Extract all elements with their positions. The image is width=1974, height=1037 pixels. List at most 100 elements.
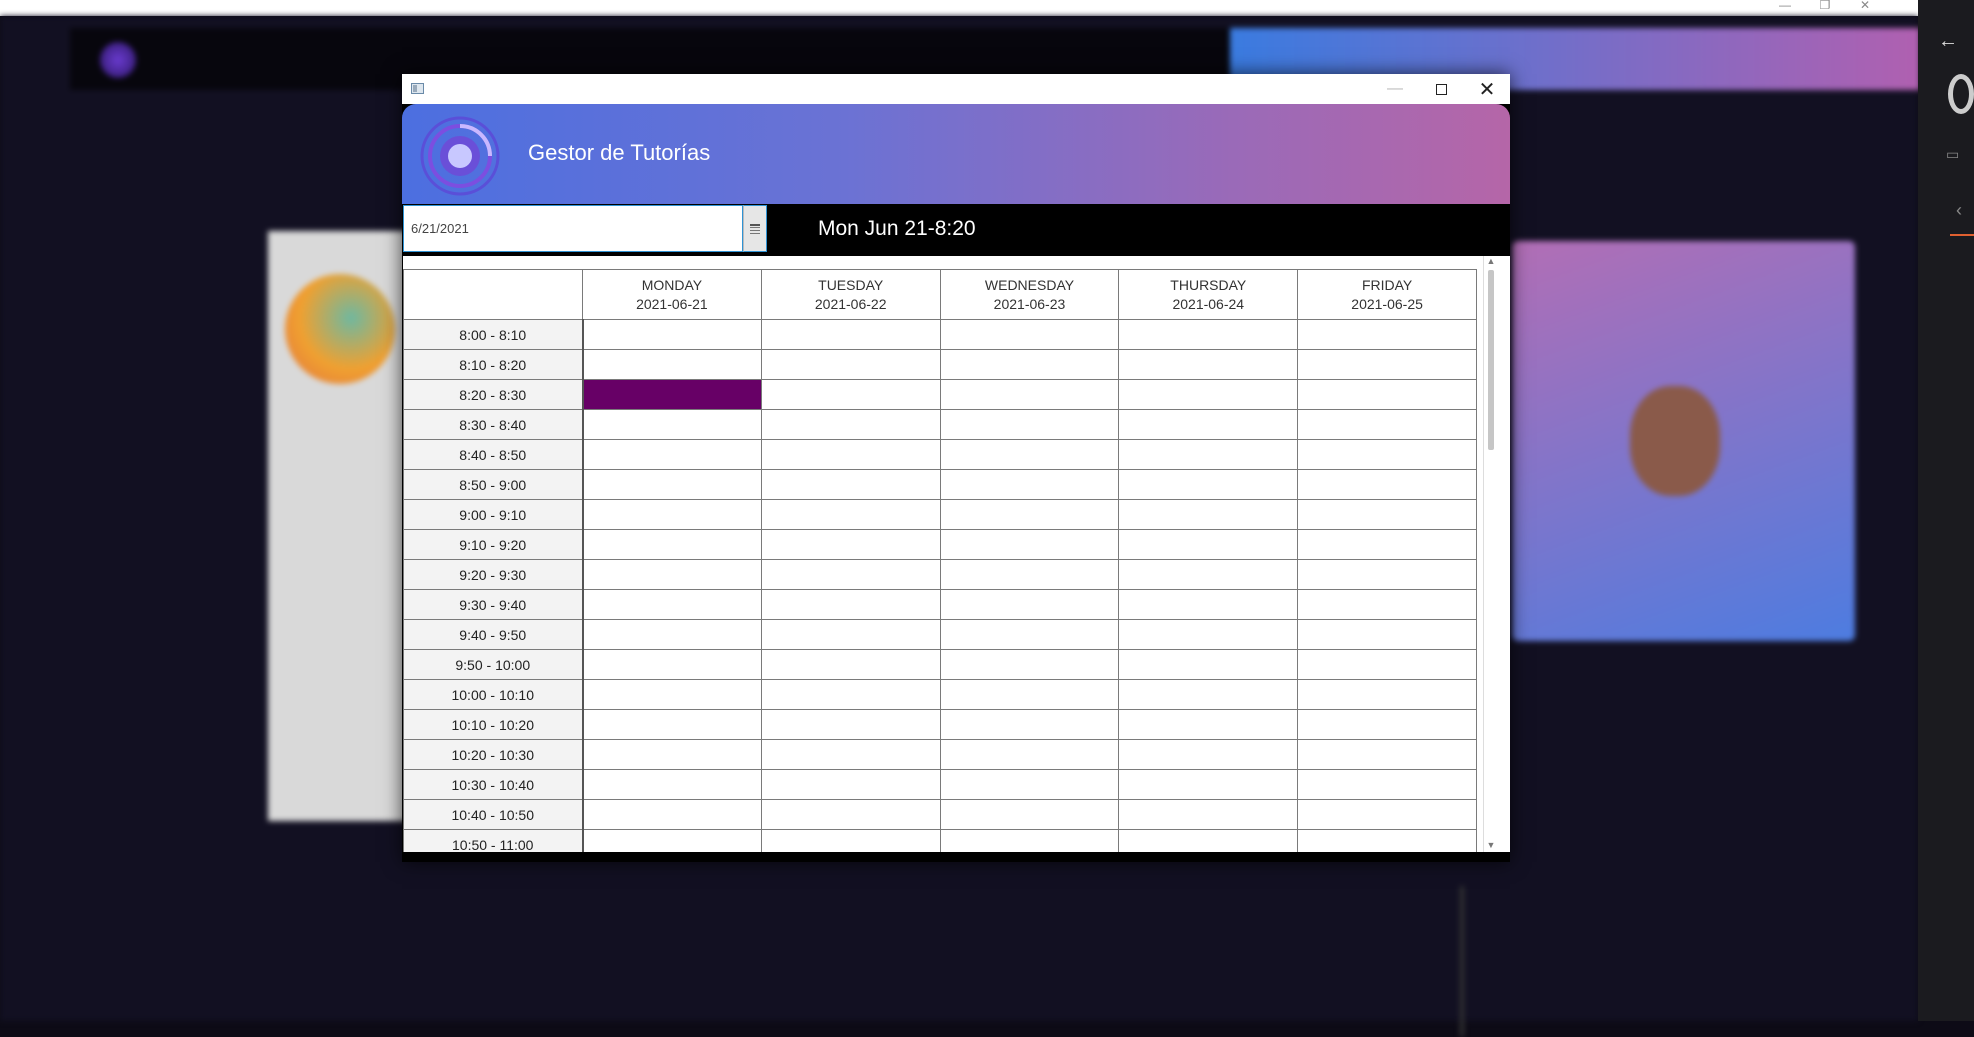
slot-cell[interactable] xyxy=(760,379,941,410)
slot-cell[interactable] xyxy=(582,769,762,800)
slot-cell[interactable] xyxy=(1118,589,1299,620)
slot-cell[interactable] xyxy=(1118,559,1299,590)
slot-cell[interactable] xyxy=(1118,709,1299,740)
schedule-scroll-area[interactable]: MONDAY 2021-06-21 TUESDAY 2021-06-22 WEDNESD… xyxy=(403,256,1510,852)
slot-cell[interactable] xyxy=(582,709,762,740)
slot-cell[interactable] xyxy=(1297,319,1477,350)
slot-cell[interactable] xyxy=(1118,499,1299,530)
window-titlebar[interactable]: — ✕ xyxy=(402,74,1510,104)
slot-cell[interactable] xyxy=(582,829,762,852)
scrollbar-thumb[interactable] xyxy=(1488,270,1494,450)
slot-cell[interactable] xyxy=(1297,349,1477,380)
slot-cell[interactable] xyxy=(939,499,1120,530)
slot-cell[interactable] xyxy=(939,529,1120,560)
slot-cell[interactable] xyxy=(582,589,762,620)
slot-cell[interactable] xyxy=(1297,769,1477,800)
slot-cell[interactable] xyxy=(1297,679,1477,710)
slot-cell[interactable] xyxy=(760,829,941,852)
slot-cell[interactable] xyxy=(939,769,1120,800)
slot-cell[interactable] xyxy=(1297,619,1477,650)
slot-cell[interactable] xyxy=(1118,469,1299,500)
slot-cell[interactable] xyxy=(939,649,1120,680)
slot-cell[interactable] xyxy=(760,799,941,830)
slot-cell[interactable] xyxy=(582,739,762,770)
slot-cell[interactable] xyxy=(1297,529,1477,560)
slot-cell[interactable] xyxy=(939,349,1120,380)
slot-cell[interactable] xyxy=(760,649,941,680)
slot-cell[interactable] xyxy=(1118,379,1299,410)
slot-cell[interactable] xyxy=(760,439,941,470)
slot-cell[interactable] xyxy=(1118,739,1299,770)
slot-cell[interactable] xyxy=(760,499,941,530)
slot-cell[interactable] xyxy=(1118,529,1299,560)
slot-cell[interactable] xyxy=(1297,469,1477,500)
slot-cell[interactable] xyxy=(582,559,762,590)
booked-slot-cell[interactable] xyxy=(582,379,762,410)
slot-cell[interactable] xyxy=(939,379,1120,410)
slot-cell[interactable] xyxy=(1297,409,1477,440)
slot-cell[interactable] xyxy=(1297,589,1477,620)
slot-cell[interactable] xyxy=(1118,409,1299,440)
minimize-button[interactable]: — xyxy=(1372,74,1418,104)
slot-cell[interactable] xyxy=(760,769,941,800)
slot-cell[interactable] xyxy=(760,619,941,650)
slot-cell[interactable] xyxy=(1297,799,1477,830)
slot-cell[interactable] xyxy=(939,799,1120,830)
slot-cell[interactable] xyxy=(582,499,762,530)
slot-cell[interactable] xyxy=(582,619,762,650)
slot-cell[interactable] xyxy=(1118,769,1299,800)
slot-cell[interactable] xyxy=(1118,619,1299,650)
slot-cell[interactable] xyxy=(582,439,762,470)
slot-cell[interactable] xyxy=(939,619,1120,650)
slot-cell[interactable] xyxy=(939,469,1120,500)
slot-cell[interactable] xyxy=(582,649,762,680)
slot-cell[interactable] xyxy=(582,349,762,380)
slot-cell[interactable] xyxy=(1297,439,1477,470)
slot-cell[interactable] xyxy=(1118,319,1299,350)
slot-cell[interactable] xyxy=(582,409,762,440)
slot-cell[interactable] xyxy=(760,739,941,770)
slot-cell[interactable] xyxy=(582,799,762,830)
slot-cell[interactable] xyxy=(760,709,941,740)
slot-cell[interactable] xyxy=(760,409,941,440)
slot-cell[interactable] xyxy=(582,679,762,710)
slot-cell[interactable] xyxy=(939,589,1120,620)
slot-cell[interactable] xyxy=(760,679,941,710)
slot-cell[interactable] xyxy=(1118,799,1299,830)
slot-cell[interactable] xyxy=(582,469,762,500)
slot-cell[interactable] xyxy=(939,709,1120,740)
slot-cell[interactable] xyxy=(582,319,762,350)
slot-cell[interactable] xyxy=(1118,649,1299,680)
slot-cell[interactable] xyxy=(582,529,762,560)
close-button[interactable]: ✕ xyxy=(1464,74,1510,104)
slot-cell[interactable] xyxy=(760,559,941,590)
slot-cell[interactable] xyxy=(939,559,1120,590)
slot-cell[interactable] xyxy=(939,439,1120,470)
slot-cell[interactable] xyxy=(1118,349,1299,380)
slot-cell[interactable] xyxy=(760,349,941,380)
scroll-down-icon[interactable]: ▼ xyxy=(1486,840,1496,850)
slot-cell[interactable] xyxy=(760,529,941,560)
slot-cell[interactable] xyxy=(1118,439,1299,470)
slot-cell[interactable] xyxy=(939,679,1120,710)
slot-cell[interactable] xyxy=(1297,649,1477,680)
slot-cell[interactable] xyxy=(1118,829,1299,852)
slot-cell[interactable] xyxy=(939,829,1120,852)
slot-cell[interactable] xyxy=(1297,499,1477,530)
slot-cell[interactable] xyxy=(939,409,1120,440)
slot-cell[interactable] xyxy=(1297,739,1477,770)
date-picker-input[interactable] xyxy=(403,205,743,252)
slot-cell[interactable] xyxy=(760,589,941,620)
slot-cell[interactable] xyxy=(1297,379,1477,410)
scroll-up-icon[interactable]: ▲ xyxy=(1486,256,1496,266)
maximize-button[interactable] xyxy=(1418,74,1464,104)
date-picker-button[interactable] xyxy=(743,205,767,252)
slot-cell[interactable] xyxy=(1297,709,1477,740)
slot-cell[interactable] xyxy=(939,319,1120,350)
vertical-scrollbar[interactable]: ▲ ▼ xyxy=(1483,256,1498,852)
slot-cell[interactable] xyxy=(1118,679,1299,710)
slot-cell[interactable] xyxy=(760,469,941,500)
slot-cell[interactable] xyxy=(939,739,1120,770)
slot-cell[interactable] xyxy=(760,319,941,350)
slot-cell[interactable] xyxy=(1297,829,1477,852)
